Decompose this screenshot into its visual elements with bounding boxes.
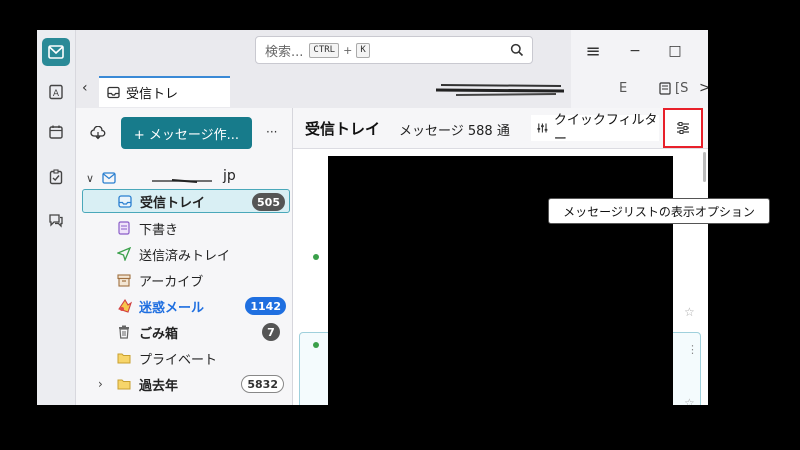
inbox-icon [117,193,133,209]
trash-count-badge: 7 [262,323,280,341]
junk-count-badge: 1142 [245,297,286,315]
message-list-display-options-button[interactable] [663,108,703,148]
unread-count-badge: 505 [252,193,285,211]
shortcut-plus: + [343,43,353,57]
calendar-space-button[interactable] [42,118,70,146]
tab-partial-e[interactable]: E [619,81,627,96]
mail-icon [48,45,64,59]
junk-icon [116,298,132,314]
shortcut-key-ctrl: CTRL [309,42,340,58]
account-name-suffix: jp [223,168,236,184]
quick-filter-label: クイックフィルター [553,113,658,147]
chevron-right-icon[interactable]: › [98,377,103,391]
tab-strip-right: E [S > ∨ [571,72,708,108]
tasks-icon [49,169,63,185]
folder-pane-menu-button[interactable]: ··· [266,125,277,139]
drafts-icon [116,220,132,236]
display-options-tooltip: メッセージリストの表示オプション [548,198,770,224]
tooltip-text: メッセージリストの表示オプション [563,204,755,219]
quick-filter-button[interactable]: クイックフィルター [531,113,659,147]
tab-bar: ‹ 受信トレ E [S > ∨ [76,72,708,109]
document-icon [659,82,671,95]
address-book-icon: A [49,84,63,100]
tab-inbox-label: 受信トレ [126,87,179,102]
tab-inbox[interactable]: 受信トレ [99,76,230,107]
tab-partial-s[interactable]: [S [675,81,688,96]
calendar-icon [49,125,63,139]
redacted-account-name [152,179,212,183]
svg-text:A: A [53,89,60,99]
message-count: メッセージ 588 通 [399,124,510,139]
get-messages-icon[interactable] [90,126,106,140]
right-gutter [532,148,708,405]
folder-icon [116,376,132,392]
sent-icon [116,246,132,262]
inbox-icon [107,86,120,99]
folder-past-years-label: 過去年 [139,378,179,394]
maximize-icon: □ [668,43,682,59]
hamburger-icon: ≡ [585,40,601,62]
tab-scroll-right-icon[interactable]: > [699,80,708,96]
folder-sent-label: 送信済みトレイ [139,248,231,264]
app-menu-button[interactable]: ≡ [581,40,605,62]
global-search-field[interactable]: 検索... CTRL + K [255,36,533,64]
chat-space-button[interactable] [42,206,70,234]
mail-space-button[interactable] [42,38,70,66]
search-icon [510,43,524,57]
close-button[interactable]: ✕ [705,40,708,62]
folder-junk-label: 迷惑メール [139,300,205,316]
folder-sent[interactable]: 送信済みトレイ [82,242,290,266]
address-book-space-button[interactable]: A [42,78,70,106]
compose-label: + メッセージ作... [133,127,240,143]
folder-archive-label: アーカイブ [139,274,204,290]
account-row[interactable]: ∨ jp [82,166,290,190]
archive-icon [116,272,132,288]
shortcut-key-k: K [356,42,370,58]
trash-icon [116,324,132,340]
folder-private[interactable]: プライベート [82,346,290,370]
minimize-icon: − [629,43,641,59]
folder-title: 受信トレイ [305,120,381,138]
folder-past-years[interactable]: › 過去年 5832 [82,372,290,396]
folder-junk[interactable]: 迷惑メール 1142 [82,294,290,318]
folder-icon [116,350,132,366]
redacted-tab-scribble [436,84,565,96]
unread-dot-icon [313,342,319,348]
title-bar: 検索... CTRL + K ≡ − □ ✕ [76,30,708,72]
folder-inbox-label: 受信トレイ [140,195,206,211]
spaces-toolbar: A [37,30,76,405]
message-list-header: 受信トレイ メッセージ 588 通 クイックフィルター [293,108,708,149]
folder-trash[interactable]: ごみ箱 7 [82,320,290,344]
window-controls: ≡ − □ ✕ [571,30,708,72]
folder-pane: + メッセージ作... ··· ∨ jp 受信トレイ 505 下書き 送信済みト… [76,108,293,405]
tab-scroll-left-icon[interactable]: ‹ [82,80,88,96]
maximize-button[interactable]: □ [663,40,687,62]
unread-dot-icon [313,254,319,260]
folder-drafts-label: 下書き [139,222,179,238]
folder-drafts[interactable]: 下書き [82,216,290,240]
folder-private-label: プライベート [139,352,218,368]
chevron-down-icon[interactable]: ∨ [86,172,94,185]
display-options-icon [677,122,689,134]
folder-trash-label: ごみ箱 [139,326,179,342]
chat-icon [49,214,63,228]
tasks-space-button[interactable] [42,163,70,191]
compose-button[interactable]: + メッセージ作... [121,117,252,149]
folder-inbox[interactable]: 受信トレイ 505 [82,189,290,213]
search-placeholder: 検索... [265,44,304,60]
past-years-count-badge: 5832 [241,375,284,393]
filter-icon [537,123,548,133]
minimize-button[interactable]: − [623,40,647,62]
folder-archive[interactable]: アーカイブ [82,268,290,292]
account-mail-icon [102,172,116,184]
